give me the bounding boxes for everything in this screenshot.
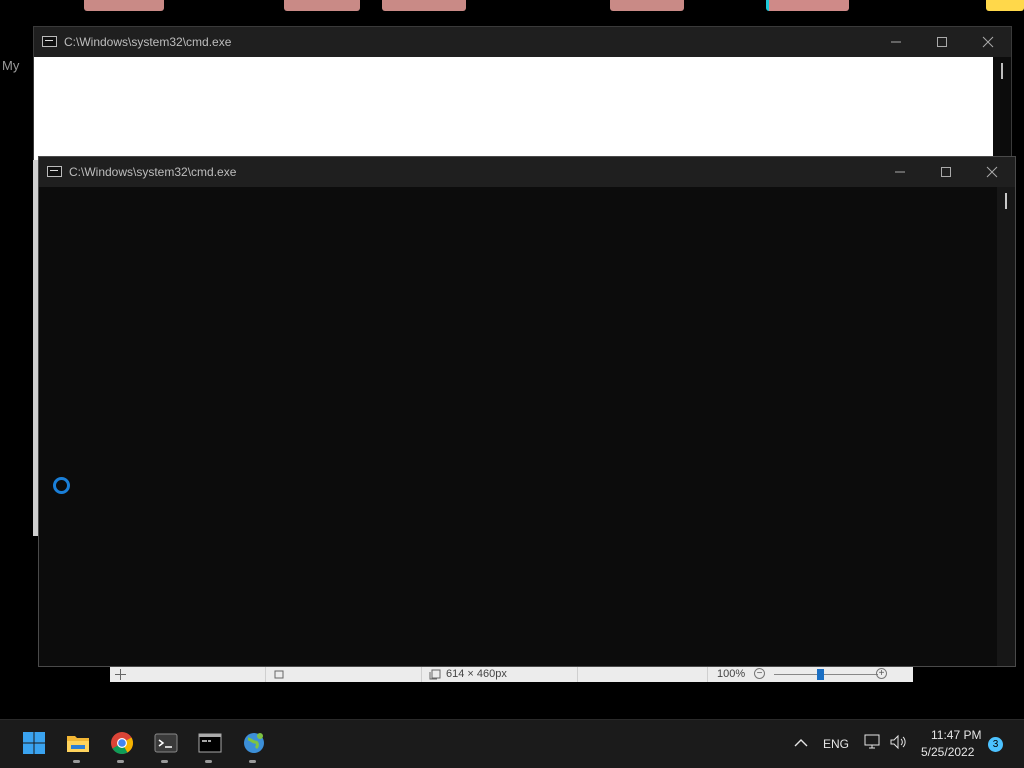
desktop-thumbnail	[284, 0, 360, 11]
close-button[interactable]	[969, 157, 1015, 187]
taskbar-chrome[interactable]	[100, 728, 140, 764]
running-indicator	[161, 760, 168, 763]
minimize-button[interactable]	[877, 157, 923, 187]
close-icon	[982, 36, 994, 48]
chrome-icon	[111, 732, 133, 754]
scrollbar-thumb[interactable]	[1005, 193, 1007, 209]
statusbar-segment	[265, 667, 422, 682]
running-indicator	[249, 760, 256, 763]
zoom-slider[interactable]	[774, 674, 878, 675]
taskbar-command-prompt[interactable]	[188, 728, 228, 764]
zoom-out-button[interactable]: −	[754, 668, 765, 679]
terminal-icon	[154, 733, 178, 753]
maximize-button[interactable]	[923, 157, 969, 187]
running-indicator	[117, 760, 124, 763]
close-button[interactable]	[965, 27, 1011, 57]
statusbar-segment	[577, 667, 708, 682]
minimize-icon	[895, 171, 905, 173]
cmd-icon	[47, 166, 62, 177]
image-dimensions: 614 × 460px	[446, 668, 507, 680]
close-icon	[986, 166, 998, 178]
zoom-slider-thumb[interactable]	[817, 669, 824, 680]
clock-time[interactable]: 11:47 PM	[931, 728, 981, 742]
folder-icon	[67, 736, 89, 752]
busy-cursor-icon	[53, 477, 70, 494]
running-indicator	[73, 760, 80, 763]
taskbar-network-app[interactable]	[232, 728, 272, 764]
running-indicator	[205, 760, 212, 763]
statusbar-segment	[110, 667, 266, 682]
minimize-icon	[891, 41, 901, 43]
zoom-in-button[interactable]: +	[876, 668, 887, 679]
scrollbar-thumb[interactable]	[1001, 63, 1003, 79]
vertical-scrollbar[interactable]	[993, 57, 1011, 160]
selection-icon	[274, 670, 284, 679]
language-indicator[interactable]: ENG	[823, 737, 849, 751]
clock-date[interactable]: 5/25/2022	[921, 745, 974, 759]
title-bar[interactable]: C:\Windows\system32\cmd.exe	[34, 27, 1011, 57]
taskbar-terminal[interactable]	[144, 728, 184, 764]
globe-network-icon	[244, 733, 264, 753]
desktop-thumbnail	[84, 0, 164, 11]
move-icon	[115, 669, 126, 680]
window-title: C:\Windows\system32\cmd.exe	[64, 35, 232, 49]
cmd-window-front[interactable]: C:\Windows\system32\cmd.exe	[38, 156, 1016, 667]
desktop-label[interactable]: My	[2, 58, 19, 73]
vertical-scrollbar[interactable]	[997, 187, 1015, 666]
maximize-icon	[937, 37, 947, 47]
taskbar-file-explorer[interactable]	[56, 728, 96, 764]
image-viewer-statusbar: 614 × 460px 100% − +	[110, 667, 913, 682]
console-area[interactable]	[39, 187, 997, 666]
window-title: C:\Windows\system32\cmd.exe	[69, 165, 237, 179]
maximize-button[interactable]	[919, 27, 965, 57]
start-button[interactable]	[12, 728, 52, 764]
chevron-up-icon[interactable]	[794, 738, 808, 748]
zoom-level: 100%	[717, 668, 746, 680]
console-area[interactable]	[34, 57, 995, 160]
cmd-icon	[42, 36, 57, 47]
cmd-icon	[198, 733, 222, 753]
notification-badge[interactable]: 3	[988, 737, 1003, 752]
desktop-thumbnail	[610, 0, 684, 11]
network-icon[interactable]	[864, 734, 882, 750]
desktop-thumbnail	[382, 0, 466, 11]
minimize-button[interactable]	[873, 27, 919, 57]
taskbar: ENG 11:47 PM 5/25/2022	[0, 719, 1024, 768]
cmd-window-back[interactable]: C:\Windows\system32\cmd.exe	[33, 26, 1012, 161]
image-size-icon	[429, 669, 441, 680]
statusbar-segment: 614 × 460px	[421, 667, 578, 682]
windows-logo-icon	[23, 732, 45, 754]
desktop-thumbnail	[986, 0, 1024, 11]
desktop-thumbnail	[766, 0, 849, 11]
title-bar[interactable]: C:\Windows\system32\cmd.exe	[39, 157, 1015, 187]
volume-icon[interactable]	[889, 734, 907, 750]
maximize-icon	[941, 167, 951, 177]
